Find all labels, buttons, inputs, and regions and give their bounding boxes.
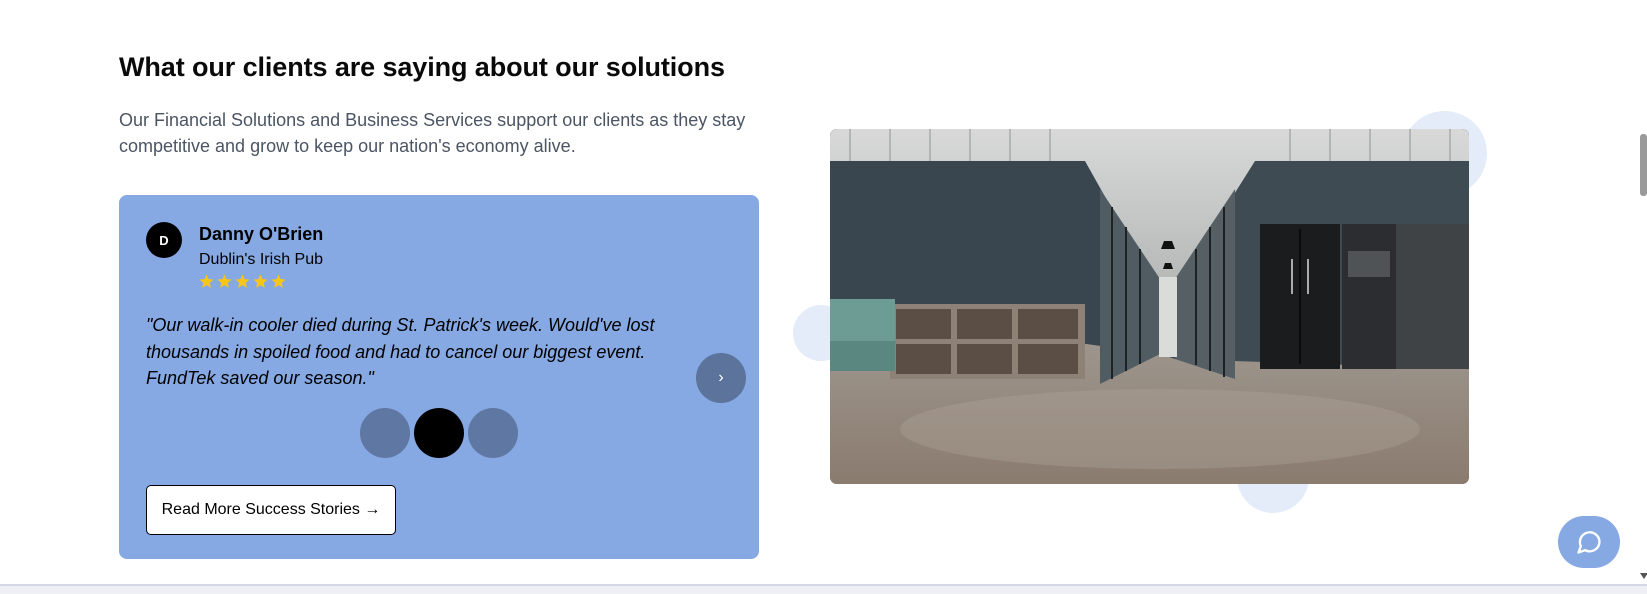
chat-button[interactable] — [1558, 516, 1620, 568]
office-hallway-image — [830, 129, 1469, 484]
carousel-dot-1[interactable] — [360, 408, 410, 458]
star-icon — [217, 274, 232, 288]
testimonial-card: D Danny O'Brien Dublin's Irish Pub "Our … — [119, 195, 759, 559]
testimonial-quote: "Our walk-in cooler died during St. Patr… — [146, 315, 655, 388]
next-testimonial-button[interactable]: › — [696, 353, 746, 403]
read-more-stories-button[interactable]: Read More Success Stories → — [146, 485, 396, 535]
avatar: D — [146, 222, 182, 258]
carousel-dot-2-active[interactable] — [414, 408, 464, 458]
star-rating — [198, 273, 287, 290]
client-business: Dublin's Irish Pub — [199, 251, 323, 268]
carousel-dot-3[interactable] — [468, 408, 518, 458]
scrollbar-thumb[interactable] — [1640, 134, 1647, 196]
bottom-bar — [0, 586, 1647, 594]
star-icon — [199, 274, 214, 288]
star-icon — [271, 274, 286, 288]
section-subtitle: Our Financial Solutions and Business Ser… — [119, 110, 746, 156]
star-icon — [253, 274, 268, 288]
section-title: What our clients are saying about our so… — [119, 52, 725, 82]
chat-bubble-icon — [1577, 531, 1601, 554]
star-icon — [235, 274, 250, 288]
chevron-right-icon: › — [718, 369, 724, 386]
scroll-down-arrow[interactable] — [1640, 573, 1647, 579]
carousel-dots — [360, 408, 518, 458]
client-name: Danny O'Brien — [199, 224, 324, 244]
